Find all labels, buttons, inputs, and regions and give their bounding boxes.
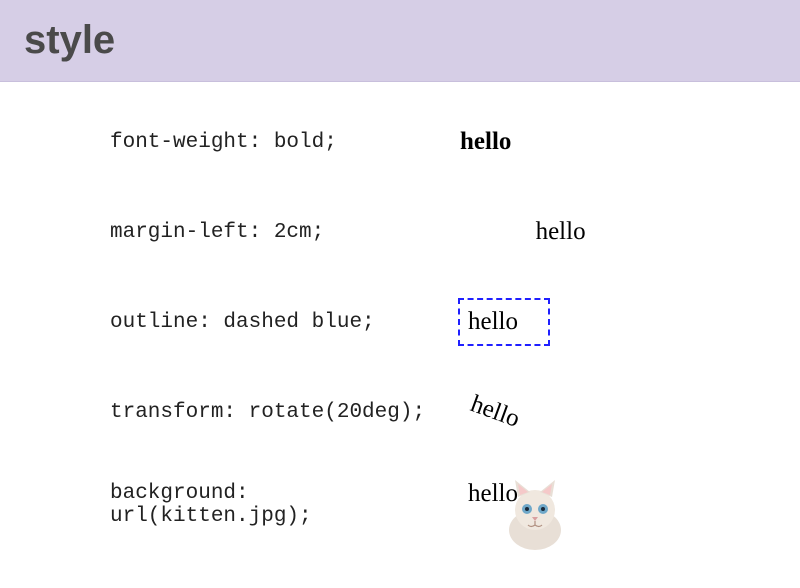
css-code: background: url(kitten.jpg); xyxy=(110,482,460,528)
example-output-rotate: hello xyxy=(467,390,524,433)
example-row-rotate: transform: rotate(20deg); hello xyxy=(110,382,780,442)
example-row-background: background: url(kitten.jpg); hello xyxy=(110,472,780,538)
slide-title: style xyxy=(24,18,776,63)
css-code: transform: rotate(20deg); xyxy=(110,401,460,424)
example-output-background: hello xyxy=(460,472,563,538)
slide-content: font-weight: bold; hello margin-left: 2c… xyxy=(0,82,800,588)
example-row-margin: margin-left: 2cm; hello xyxy=(110,202,780,262)
example-row-outline: outline: dashed blue; hello xyxy=(110,292,780,352)
css-code: outline: dashed blue; xyxy=(110,311,460,334)
css-code: font-weight: bold; xyxy=(110,131,460,154)
css-code: margin-left: 2cm; xyxy=(110,221,460,244)
example-row-bold: font-weight: bold; hello xyxy=(110,112,780,172)
example-output-outline: hello xyxy=(460,300,548,344)
example-output-margin: hello xyxy=(536,218,586,246)
example-text: hello xyxy=(468,480,518,507)
example-output-bold: hello xyxy=(460,128,511,156)
slide-header: style xyxy=(0,0,800,82)
